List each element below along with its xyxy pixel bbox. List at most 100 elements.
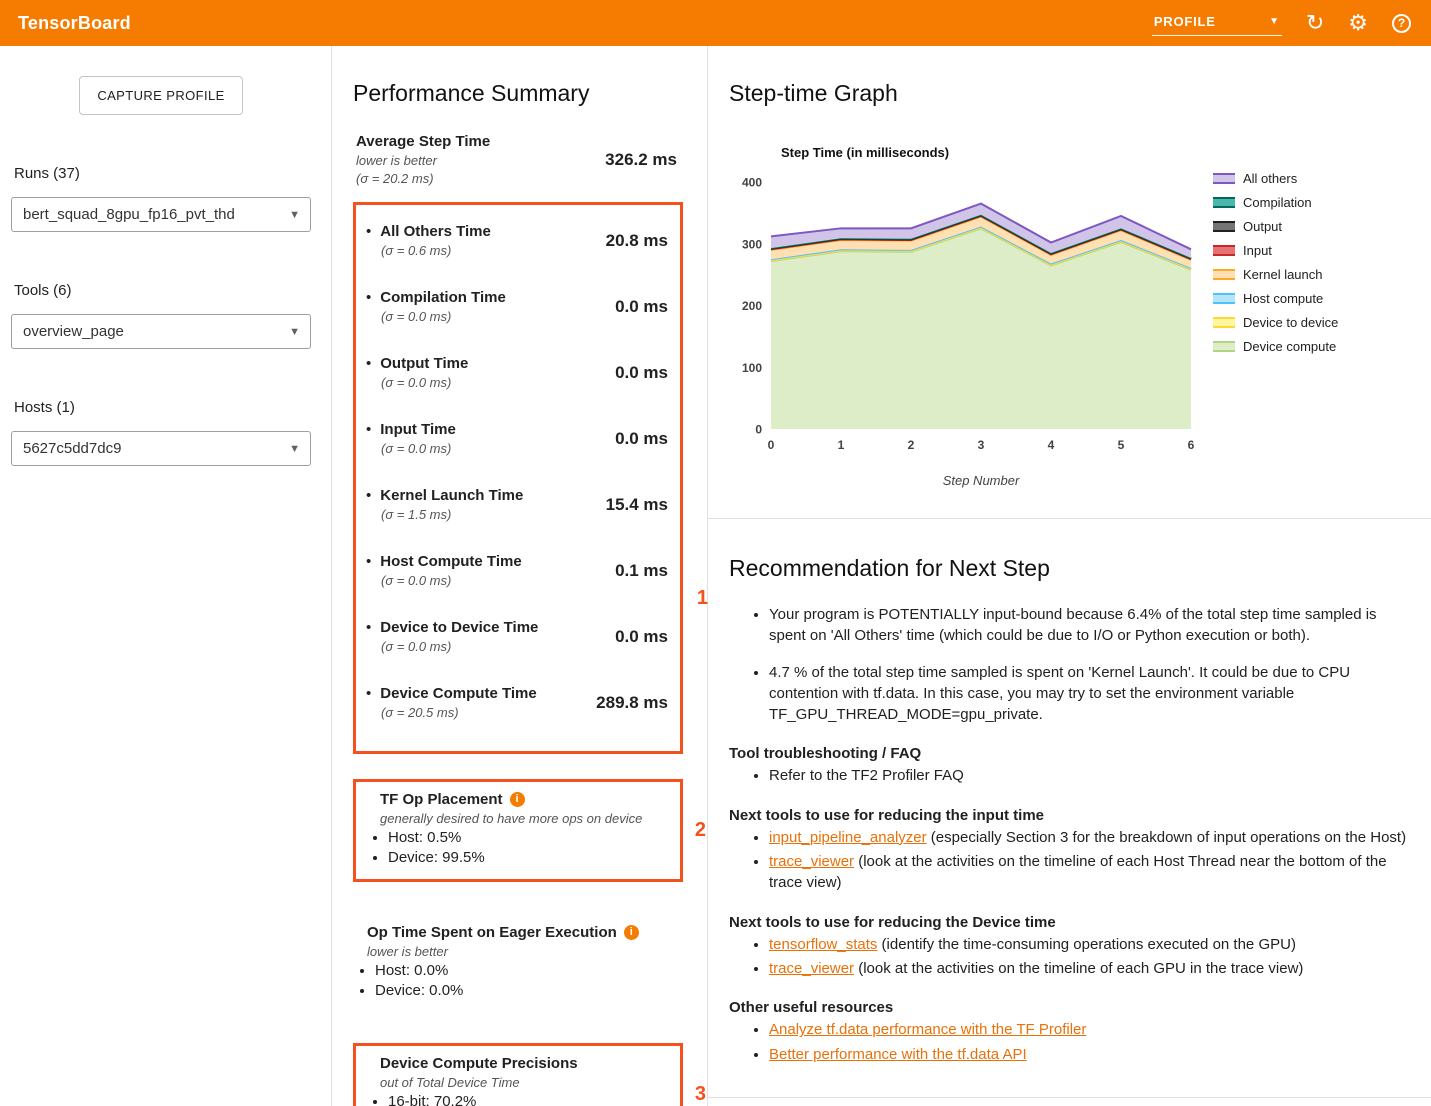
rec-link[interactable]: Better performance with the tf.data API [769, 1046, 1027, 1063]
legend-item: All others [1213, 171, 1338, 186]
annotation-1: 1 [697, 587, 708, 610]
runs-select-value: bert_squad_8gpu_fp16_pvt_thd [23, 206, 235, 223]
runs-label: Runs (37) [14, 165, 311, 182]
recommendation-title: Recommendation for Next Step [729, 555, 1407, 582]
eager-execution-item: Host: 0.0% [375, 962, 683, 979]
legend-label: Output [1243, 219, 1282, 234]
legend-label: Device compute [1243, 339, 1336, 354]
metric-label: •Device to Device Time [366, 619, 538, 636]
help-icon[interactable]: ? [1392, 14, 1411, 33]
metric-sigma: (σ = 0.0 ms) [381, 639, 538, 654]
section-divider [708, 518, 1431, 519]
rec-section-heading: Next tools to use for reducing the Devic… [729, 914, 1407, 931]
legend-swatch [1213, 221, 1235, 232]
bullet-icon: • [366, 421, 371, 438]
step-time-chart: Step Time (in milliseconds) 010020030040… [729, 145, 1407, 488]
metric-label: •Device Compute Time [366, 685, 537, 702]
device-compute-precisions-title: Device Compute Precisions [380, 1055, 578, 1072]
step-time-graph-title: Step-time Graph [729, 80, 1407, 107]
legend-label: Compilation [1243, 195, 1312, 210]
recommendation-bullet: 4.7 % of the total step time sampled is … [769, 662, 1407, 726]
average-step-time-value: 326.2 ms [605, 150, 677, 170]
metric-row: •Device Compute Time(σ = 20.5 ms)289.8 m… [366, 685, 668, 720]
y-tick-label: 100 [742, 361, 762, 375]
step-time-panel: Step-time Graph Step Time (in millisecon… [708, 46, 1431, 1106]
annotation-3: 3 [695, 1083, 706, 1106]
metric-label: •All Others Time [366, 223, 491, 240]
x-tick-label: 0 [768, 438, 775, 452]
chart-block: Step Time (in milliseconds) 010020030040… [729, 145, 1199, 488]
x-tick-label: 2 [908, 438, 915, 452]
info-icon[interactable]: i [510, 792, 525, 807]
runs-select[interactable]: bert_squad_8gpu_fp16_pvt_thd ▼ [11, 197, 311, 232]
tf-op-placement-subtitle: generally desired to have more ops on de… [380, 811, 668, 826]
rec-link[interactable]: trace_viewer [769, 853, 854, 870]
x-tick-label: 1 [838, 438, 845, 452]
runs-field: Runs (37) bert_squad_8gpu_fp16_pvt_thd ▼ [11, 165, 311, 232]
legend-label: Input [1243, 243, 1272, 258]
metric-label: •Compilation Time [366, 289, 506, 306]
bullet-icon: • [366, 223, 371, 240]
average-step-time-note: lower is better [356, 153, 490, 168]
bullet-icon: • [366, 355, 371, 372]
tools-select[interactable]: overview_page ▼ [11, 314, 311, 349]
rec-item: trace_viewer (look at the activities on … [769, 851, 1407, 894]
tools-select-value: overview_page [23, 323, 124, 340]
legend-label: Host compute [1243, 291, 1323, 306]
metric-label: •Host Compute Time [366, 553, 522, 570]
metric-row: •Device to Device Time(σ = 0.0 ms)0.0 ms [366, 619, 668, 654]
x-tick-label: 3 [978, 438, 985, 452]
eager-execution-section: Op Time Spent on Eager Execution i lower… [353, 924, 683, 999]
rec-link[interactable]: Analyze tf.data performance with the TF … [769, 1021, 1086, 1038]
chart-title: Step Time (in milliseconds) [781, 145, 1199, 160]
legend-item: Device compute [1213, 339, 1338, 354]
legend-swatch [1213, 245, 1235, 256]
settings-gear-icon[interactable]: ⚙ [1348, 12, 1368, 34]
average-step-time-row: Average Step Time lower is better (σ = 2… [356, 133, 677, 186]
bullet-icon: • [366, 685, 371, 702]
metric-row: •Input Time(σ = 0.0 ms)0.0 ms [366, 421, 668, 456]
x-axis-label: Step Number [729, 473, 1199, 488]
reload-icon[interactable]: ↻ [1306, 12, 1324, 34]
step-time-area-chart: 01002003004000123456 [729, 168, 1199, 458]
tf-op-placement-box: 2 TF Op Placement i generally desired to… [353, 779, 683, 882]
average-step-time-sigma: (σ = 20.2 ms) [356, 171, 490, 186]
eager-execution-item: Device: 0.0% [375, 982, 683, 999]
y-tick-label: 0 [755, 423, 762, 437]
metric-label: •Output Time [366, 355, 468, 372]
rec-link[interactable]: input_pipeline_analyzer [769, 829, 927, 846]
metric-sigma: (σ = 0.0 ms) [381, 573, 522, 588]
info-icon[interactable]: i [624, 925, 639, 940]
hosts-label: Hosts (1) [14, 399, 311, 416]
metric-sigma: (σ = 0.0 ms) [381, 441, 456, 456]
metric-sigma: (σ = 20.5 ms) [381, 705, 537, 720]
metric-value: 15.4 ms [606, 495, 668, 515]
metric-value: 0.1 ms [615, 561, 668, 581]
dashboard-selector-value: PROFILE [1154, 14, 1216, 29]
eager-execution-subtitle: lower is better [367, 944, 683, 959]
chevron-down-icon: ▼ [289, 443, 300, 455]
rec-link[interactable]: trace_viewer [769, 960, 854, 977]
legend-swatch [1213, 173, 1235, 184]
tf-op-placement-item: Device: 99.5% [388, 849, 668, 866]
capture-profile-button[interactable]: CAPTURE PROFILE [79, 76, 242, 115]
step-time-breakdown-box: 1 •All Others Time(σ = 0.6 ms)20.8 ms•Co… [353, 202, 683, 754]
rec-section-heading: Other useful resources [729, 999, 1407, 1016]
rec-item: tensorflow_stats (identify the time-cons… [769, 934, 1407, 955]
rec-item: Analyze tf.data performance with the TF … [769, 1019, 1407, 1040]
app-header: TensorBoard PROFILE ▼ ↻ ⚙ ? [0, 0, 1431, 46]
legend-item: Input [1213, 243, 1338, 258]
tools-label: Tools (6) [14, 282, 311, 299]
hosts-select[interactable]: 5627c5dd7dc9 ▼ [11, 431, 311, 466]
metric-sigma: (σ = 0.6 ms) [381, 243, 491, 258]
metric-value: 0.0 ms [615, 297, 668, 317]
area-device-compute [771, 228, 1191, 429]
rec-link[interactable]: tensorflow_stats [769, 936, 877, 953]
main-layout: CAPTURE PROFILE Runs (37) bert_squad_8gp… [0, 46, 1431, 1106]
legend-item: Device to device [1213, 315, 1338, 330]
metric-row: •Host Compute Time (σ = 0.0 ms) 0.1 ms [366, 553, 668, 588]
metric-row: •All Others Time(σ = 0.6 ms)20.8 ms [366, 223, 668, 258]
dashboard-selector[interactable]: PROFILE ▼ [1152, 10, 1282, 36]
tf-op-placement-list: Host: 0.5%Device: 99.5% [388, 829, 668, 866]
metric-value: 0.0 ms [615, 363, 668, 383]
